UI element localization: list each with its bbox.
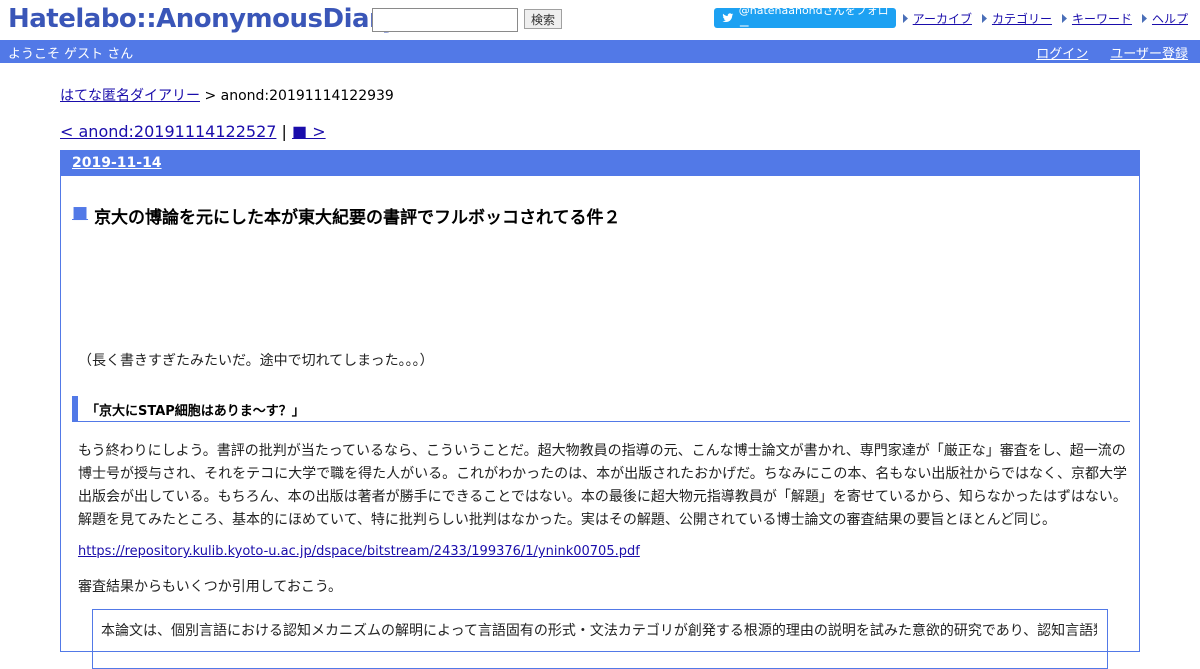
paragraph-line: 博士号が授与され、それをテコに大学で職を得た人がいる。これがわかったのは、本が出… bbox=[78, 466, 1128, 482]
top-nav: アーカイブ カテゴリー キーワード ヘルプ bbox=[902, 10, 1188, 27]
nav-item-archive: アーカイブ bbox=[902, 10, 972, 27]
paragraph-line: 解題を見てみたところ、基本的にほめていて、特に批判らしい批判はなかった。実はその… bbox=[78, 512, 1057, 528]
site-logo[interactable]: Hatelabo::AnonymousDiary bbox=[8, 4, 398, 34]
twitter-follow-button[interactable]: @hatenaanondさんをフォロー bbox=[714, 4, 896, 33]
breadcrumb-separator: > bbox=[200, 88, 221, 104]
nav-link-archive[interactable]: アーカイブ bbox=[913, 10, 972, 27]
nav-link-keyword[interactable]: キーワード bbox=[1072, 10, 1132, 27]
welcome-bar: ようこそ ゲスト さん ログイン ユーザー登録 bbox=[0, 40, 1200, 63]
search-button[interactable]: 検索 bbox=[524, 9, 562, 29]
entry-permalink[interactable]: ■ bbox=[72, 203, 88, 228]
twitter-bird-icon bbox=[722, 13, 734, 23]
nav-item-keyword: キーワード bbox=[1061, 10, 1132, 27]
day-date-link[interactable]: 2019-11-14 bbox=[72, 155, 162, 171]
arrow-right-icon bbox=[1061, 14, 1067, 23]
quote-intro: 審査結果からもいくつか引用しておこう。 bbox=[78, 579, 343, 595]
arrow-right-icon bbox=[981, 14, 987, 23]
search-input[interactable] bbox=[372, 8, 518, 32]
paragraph-line: もう終わりにしよう。書評の批判が当たっているなら、こういうことだ。超大物教員の指… bbox=[78, 443, 1126, 459]
account-links: ログイン ユーザー登録 bbox=[1036, 43, 1188, 62]
day-section: 2019-11-14 ■ 京大の博論を元にした本が東大紀要の書評でフルボッコされ… bbox=[60, 150, 1140, 669]
next-entry-link[interactable]: ■ > bbox=[292, 122, 326, 141]
breadcrumb-current: anond:20191114122939 bbox=[220, 88, 394, 104]
paragraph-line: 出版会が出している。もちろん、本の出版は著者が勝手にできることではない。本の最後… bbox=[78, 489, 1127, 505]
twitter-follow-label: @hatenaanondさんをフォロー bbox=[738, 4, 889, 33]
prev-entry-link[interactable]: < anond:20191114122527 bbox=[60, 122, 276, 141]
day-header: 2019-11-14 bbox=[61, 151, 1139, 176]
entry-note: （長く書きすぎたみたいだ。途中で切れてしまった。。。） bbox=[78, 353, 434, 369]
entry-pager: < anond:20191114122527 | ■ > bbox=[60, 122, 326, 141]
arrow-right-icon bbox=[902, 14, 908, 23]
section-heading-text: 「京大にSTAP細胞はありま～す？」 bbox=[86, 404, 305, 419]
register-link[interactable]: ユーザー登録 bbox=[1110, 43, 1188, 62]
top-bar: Hatelabo::AnonymousDiary 検索 @hatenaanond… bbox=[0, 0, 1200, 40]
section-heading: 「京大にSTAP細胞はありま～す？」 bbox=[72, 396, 1130, 422]
blockquote-text: 本論文は、個別言語における認知メカニズムの解明によって言語固有の形式・文法カテゴ… bbox=[101, 623, 1097, 639]
arrow-right-icon bbox=[1141, 14, 1147, 23]
breadcrumb-home-link[interactable]: はてな匿名ダイアリー bbox=[60, 88, 200, 104]
breadcrumb: はてな匿名ダイアリー > anond:20191114122939 bbox=[60, 85, 394, 105]
pager-separator: | bbox=[276, 122, 292, 141]
nav-item-help: ヘルプ bbox=[1141, 10, 1188, 27]
pdf-link[interactable]: https://repository.kulib.kyoto-u.ac.jp/d… bbox=[78, 544, 640, 559]
welcome-greeting: ようこそ ゲスト さん bbox=[8, 47, 134, 62]
login-link[interactable]: ログイン bbox=[1036, 43, 1088, 62]
entry-paragraph: もう終わりにしよう。書評の批判が当たっているなら、こういうことだ。超大物教員の指… bbox=[78, 440, 1130, 532]
blockquote: 本論文は、個別言語における認知メカニズムの解明によって言語固有の形式・文法カテゴ… bbox=[92, 609, 1108, 669]
nav-link-category[interactable]: カテゴリー bbox=[992, 10, 1052, 27]
entry-title: ■ 京大の博論を元にした本が東大紀要の書評でフルボッコされてる件２ bbox=[72, 203, 621, 228]
nav-item-category: カテゴリー bbox=[981, 10, 1052, 27]
entry-title-text: 京大の博論を元にした本が東大紀要の書評でフルボッコされてる件２ bbox=[94, 208, 621, 228]
nav-link-help[interactable]: ヘルプ bbox=[1152, 10, 1188, 27]
